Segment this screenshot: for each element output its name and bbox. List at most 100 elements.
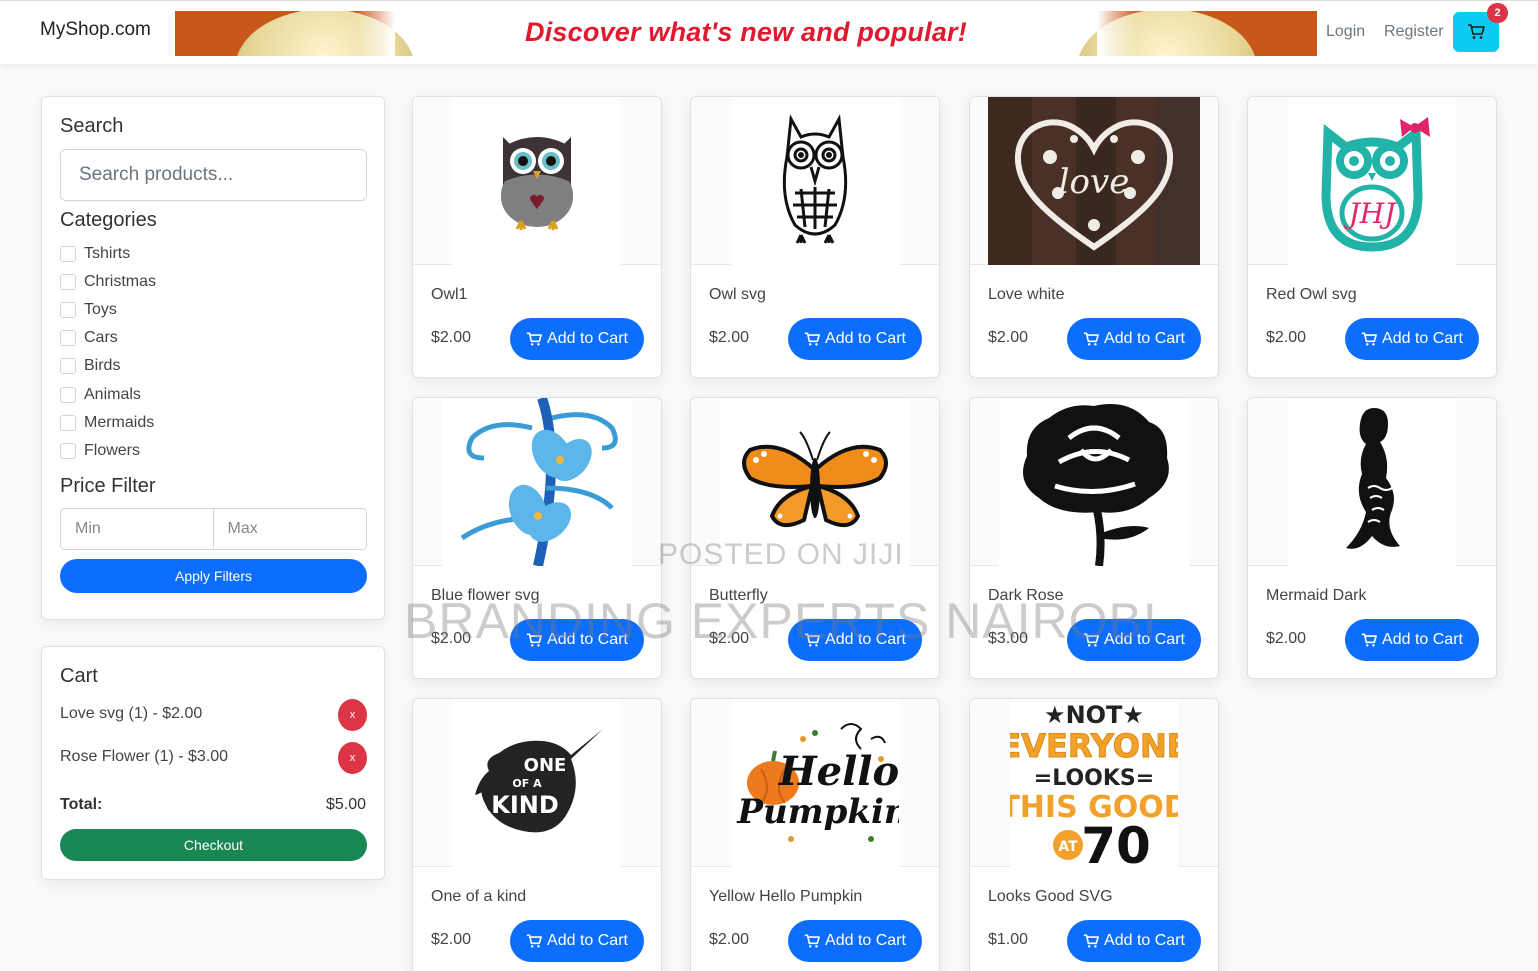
max-price-input[interactable] [213, 509, 366, 549]
total-value: $5.00 [325, 796, 366, 813]
category-checkbox[interactable] [60, 274, 76, 290]
product-price: $2.00 [988, 329, 1029, 346]
product-card: Owl1 $2.00 Add to Cart [412, 96, 662, 378]
owl-lineart-image[interactable] [691, 97, 939, 265]
product-name: Mermaid Dark [1266, 587, 1367, 604]
product-card: ★NOT★EVERYONE=LOOKS=THIS GOODAT70 Looks G… [969, 698, 1219, 971]
total-label: Total: [60, 796, 103, 813]
add-to-cart-label: Add to Cart [1104, 330, 1185, 347]
cart-item: Love svg (1) - $2.00 [60, 705, 203, 722]
search-title: Search [60, 115, 124, 137]
category-label: Animals [84, 386, 141, 403]
product-price: $2.00 [709, 931, 750, 948]
promo-banner: Discover what's new and popular! [175, 11, 1317, 56]
product-name: Owl1 [431, 286, 468, 303]
product-card: ONE OF A KIND One of a kind $2.00 Add to Cart [412, 698, 662, 971]
add-to-cart-label: Add to Cart [1382, 631, 1463, 648]
category-option[interactable]: Flowers [60, 440, 140, 462]
cart-icon [1083, 933, 1099, 948]
owl-image[interactable] [413, 97, 661, 265]
pumpkin-image[interactable]: Hello Pumpkin [691, 699, 939, 867]
category-checkbox[interactable] [60, 358, 76, 374]
looks-text-1: ★NOT★ [1044, 701, 1144, 729]
product-price: $2.00 [1266, 329, 1307, 346]
add-to-cart-button[interactable]: Add to Cart [788, 920, 922, 962]
unicorn-text-2: OF A [512, 777, 542, 790]
add-to-cart-button[interactable]: Add to Cart [510, 920, 644, 962]
category-checkbox[interactable] [60, 302, 76, 318]
category-option[interactable]: Christmas [60, 271, 156, 293]
product-price: $1.00 [988, 931, 1029, 948]
top-navbar: MyShop.com Discover what's new and popul… [0, 0, 1538, 64]
remove-item-button[interactable]: x [338, 699, 367, 731]
product-price: $2.00 [431, 931, 472, 948]
add-to-cart-label: Add to Cart [547, 330, 628, 347]
cart-icon [1361, 331, 1377, 346]
category-label: Toys [84, 301, 117, 318]
love-heart-image[interactable]: love [970, 97, 1218, 265]
cart-icon [1361, 632, 1377, 647]
remove-item-button[interactable]: x [338, 742, 367, 774]
product-price: $2.00 [709, 329, 750, 346]
apply-filters-button[interactable]: Apply Filters [60, 559, 367, 593]
pumpkin-text-2: Pumpkin [736, 792, 899, 832]
category-label: Mermaids [84, 414, 155, 431]
add-to-cart-button[interactable]: Add to Cart [1067, 318, 1201, 360]
looks-good-image[interactable]: ★NOT★EVERYONE=LOOKS=THIS GOODAT70 [970, 699, 1218, 867]
register-link[interactable]: Register [1384, 23, 1444, 41]
category-option[interactable]: Toys [60, 299, 117, 321]
unicorn-text-3: KIND [491, 791, 559, 819]
monogram-owl-image[interactable]: JHJ [1248, 97, 1496, 265]
category-checkbox[interactable] [60, 246, 76, 262]
watermark-line-1: POSTED ON JIJI [658, 538, 904, 571]
category-checkbox[interactable] [60, 415, 76, 431]
product-card: Owl svg $2.00 Add to Cart [690, 96, 940, 378]
category-label: Cars [84, 329, 118, 346]
min-price-input[interactable] [61, 509, 214, 549]
cart-item: Rose Flower (1) - $3.00 [60, 748, 229, 765]
search-input[interactable] [60, 149, 367, 201]
love-heart-text: love [1059, 162, 1130, 202]
product-name: Red Owl svg [1266, 286, 1357, 303]
add-to-cart-button[interactable]: Add to Cart [1345, 318, 1479, 360]
cart-count-badge: 2 [1487, 3, 1508, 23]
cart-panel: Cart Love svg (1) - $2.00 x Rose Flower … [41, 646, 385, 880]
category-checkbox[interactable] [60, 387, 76, 403]
monogram-text: JHJ [1344, 197, 1398, 230]
cart-icon [1083, 331, 1099, 346]
rose-image[interactable] [970, 398, 1218, 566]
category-option[interactable]: Tshirts [60, 243, 130, 265]
add-to-cart-button[interactable]: Add to Cart [1345, 619, 1479, 661]
categories-title: Categories [60, 209, 157, 231]
add-to-cart-button[interactable]: Add to Cart [1067, 920, 1201, 962]
checkout-button[interactable]: Checkout [60, 829, 367, 861]
product-card: love Love white $2.00 Add to Cart [969, 96, 1219, 378]
unicorn-image[interactable]: ONE OF A KIND [413, 699, 661, 867]
price-range [60, 508, 367, 550]
product-price: $2.00 [1266, 630, 1307, 647]
category-label: Flowers [84, 442, 141, 459]
category-option[interactable]: Cars [60, 327, 118, 349]
category-label: Christmas [84, 273, 157, 290]
category-option[interactable]: Mermaids [60, 412, 154, 434]
product-name: Love white [988, 286, 1065, 303]
product-card: Mermaid Dark $2.00 Add to Cart [1247, 397, 1497, 679]
login-link[interactable]: Login [1326, 23, 1365, 41]
product-name: Looks Good SVG [988, 888, 1113, 905]
looks-text-5: AT [1058, 839, 1078, 855]
category-checkbox[interactable] [60, 330, 76, 346]
category-label: Birds [84, 357, 121, 374]
category-checkbox[interactable] [60, 443, 76, 459]
category-label: Tshirts [84, 245, 131, 262]
category-option[interactable]: Animals [60, 384, 141, 406]
category-option[interactable]: Birds [60, 355, 120, 377]
add-to-cart-button[interactable]: Add to Cart [788, 318, 922, 360]
add-to-cart-label: Add to Cart [825, 330, 906, 347]
mermaid-image[interactable] [1248, 398, 1496, 566]
banner-text: Discover what's new and popular! [525, 17, 967, 47]
add-to-cart-button[interactable]: Add to Cart [510, 318, 644, 360]
add-to-cart-label: Add to Cart [1104, 932, 1185, 949]
brand-logo[interactable]: MyShop.com [40, 19, 151, 41]
cart-icon [526, 933, 542, 948]
blue-flower-image[interactable] [413, 398, 661, 566]
